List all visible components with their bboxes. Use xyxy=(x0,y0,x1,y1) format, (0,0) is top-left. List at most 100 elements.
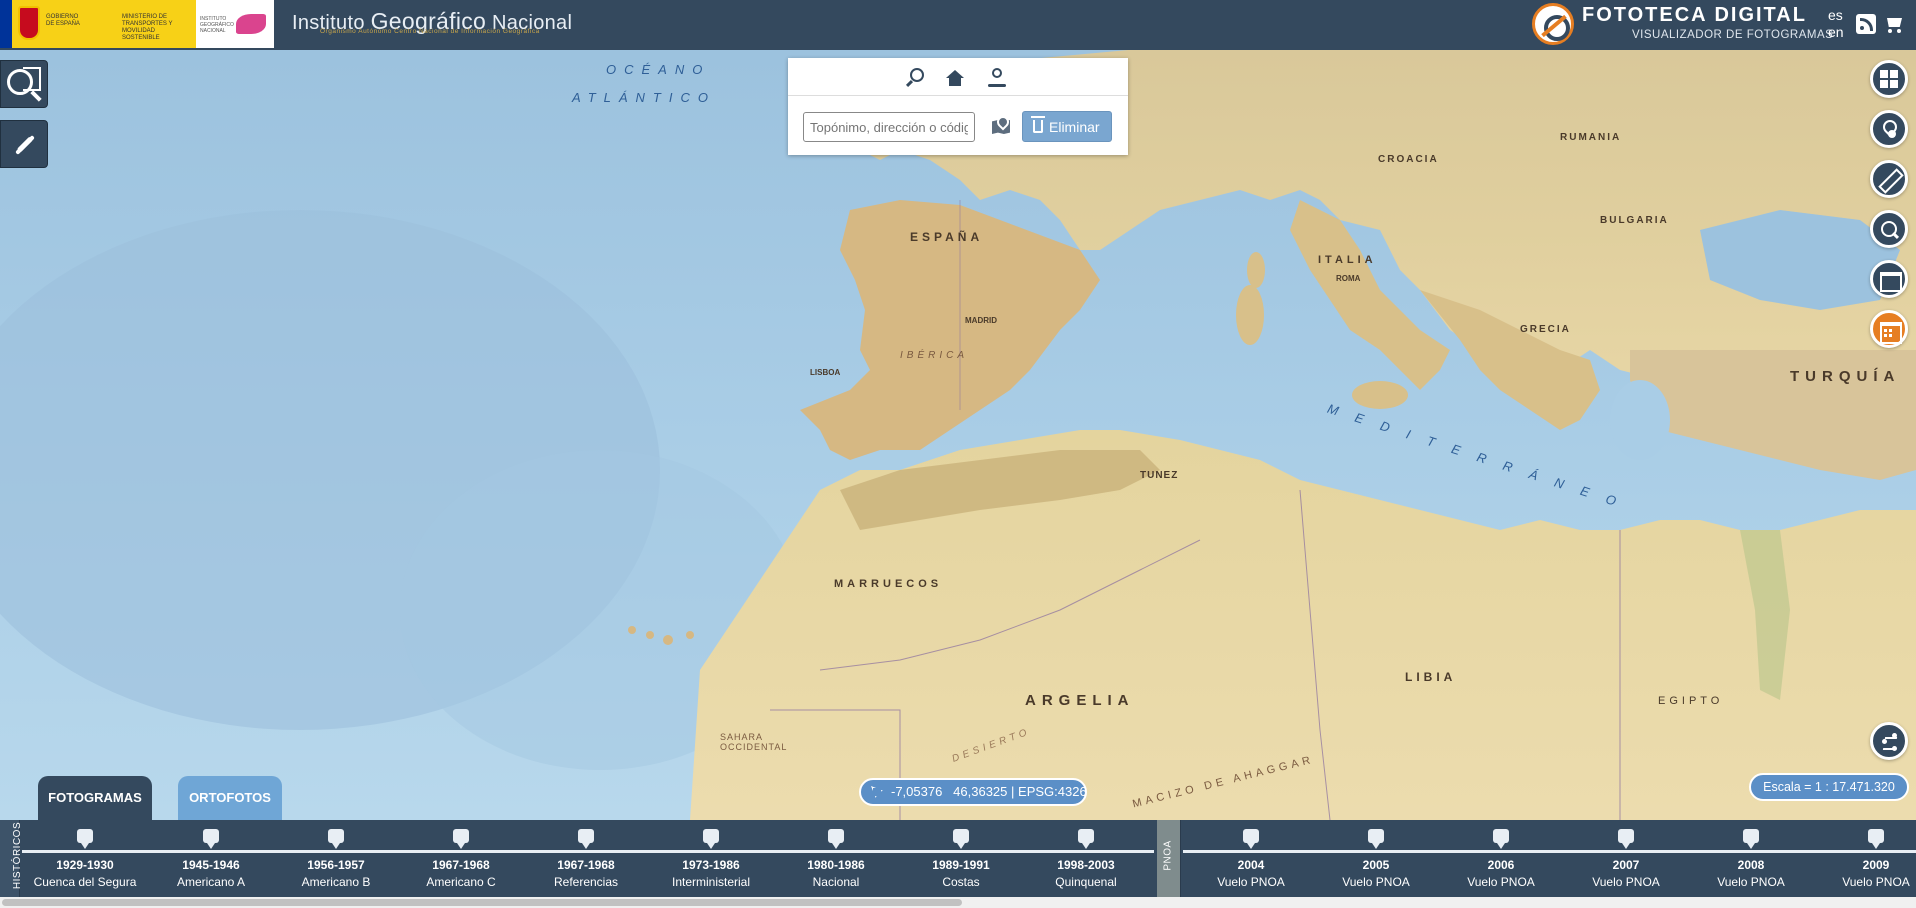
layers-grid-button[interactable] xyxy=(1870,60,1908,98)
search-panel: Eliminar xyxy=(788,58,1128,155)
map-label-lisboa: LISBOA xyxy=(810,368,841,377)
timeline-name: Vuelo PNOA xyxy=(1717,875,1785,889)
timeline-handle[interactable] xyxy=(453,829,469,849)
timeline-handle[interactable] xyxy=(1493,829,1509,849)
timeline-name: Cuenca del Segura xyxy=(33,875,137,889)
home-search-icon xyxy=(946,70,964,86)
pnoa-label-text: PNOA xyxy=(1162,840,1174,871)
trash-icon xyxy=(1031,116,1045,133)
window-button[interactable] xyxy=(1870,260,1908,298)
timeline-handle[interactable] xyxy=(1368,829,1384,849)
coordinates-pin-icon xyxy=(988,68,1006,87)
timeline-year: 2008 xyxy=(1737,858,1765,872)
lang-en-link[interactable]: en xyxy=(1828,24,1844,40)
share-button[interactable] xyxy=(1870,722,1908,760)
timeline-handle[interactable] xyxy=(1618,829,1634,849)
location-icon xyxy=(1880,120,1898,138)
tab-search-coordinates[interactable] xyxy=(986,66,1010,88)
timeline-name: Vuelo PNOA xyxy=(1592,875,1660,889)
scrollbar-thumb[interactable] xyxy=(2,899,962,906)
gobierno-logo[interactable]: GOBIERNO DE ESPAÑA MINISTERIO DE TRANSPO… xyxy=(0,0,274,48)
timeline-handle[interactable] xyxy=(828,829,844,849)
timeline-year: 2004 xyxy=(1237,858,1265,872)
timeline-handle[interactable] xyxy=(1743,829,1759,849)
ign-logo-icon xyxy=(236,14,266,34)
tab-search-place[interactable] xyxy=(906,66,930,88)
fototeca-logo-icon xyxy=(1532,3,1574,45)
lang-es-link[interactable]: es xyxy=(1828,7,1843,23)
cart-icon[interactable] xyxy=(1884,15,1904,35)
calendar-icon xyxy=(1880,320,1902,344)
timeline-handle[interactable] xyxy=(1243,829,1259,849)
search-input[interactable] xyxy=(803,112,975,142)
map-label-iberica: IBÉRICA xyxy=(900,350,969,361)
timeline: HISTÓRICOS PNOA 1929-1930 Cuenca del Segu… xyxy=(0,820,1916,897)
magnifier-icon xyxy=(7,69,33,95)
timeline-year: 1929-1930 xyxy=(56,858,114,872)
share-icon xyxy=(1880,732,1898,750)
map-viewport[interactable]: OCÉANO ATLÁNTICO ESPAÑA MADRID LISBOA IB… xyxy=(0,50,1916,820)
search-tool-button[interactable] xyxy=(0,60,48,108)
measure-button[interactable] xyxy=(1870,160,1908,198)
map-label-argelia: ARGELIA xyxy=(1025,692,1135,709)
timeline-year: 1956-1957 xyxy=(307,858,365,872)
eu-flag-icon xyxy=(0,0,12,48)
coat-of-arms-icon xyxy=(18,6,40,40)
timeline-name: Vuelo PNOA xyxy=(1842,875,1910,889)
delete-button-label: Eliminar xyxy=(1049,118,1100,135)
timeline-year: 2007 xyxy=(1612,858,1640,872)
location-button[interactable] xyxy=(1870,110,1908,148)
timeline-name: Americano B xyxy=(301,875,371,889)
map-label-grecia: GRECIA xyxy=(1520,324,1571,335)
timeline-year: 1980-1986 xyxy=(807,858,865,872)
timeline-handle[interactable] xyxy=(203,829,219,849)
delete-button[interactable]: Eliminar xyxy=(1022,111,1112,142)
tab-ortofotos[interactable]: ORTOFOTOS xyxy=(178,776,282,820)
timeline-handle[interactable] xyxy=(703,829,719,849)
map-label-espana: ESPAÑA xyxy=(910,230,984,244)
timeline-handle[interactable] xyxy=(1868,829,1884,849)
timeline-name: Americano A xyxy=(176,875,246,889)
search-tabs xyxy=(788,58,1128,96)
timeline-year: 2009 xyxy=(1862,858,1890,872)
tab-search-address[interactable] xyxy=(944,66,968,88)
calendar-button[interactable] xyxy=(1870,310,1908,348)
map-label-egipto: EGIPTO xyxy=(1658,695,1724,707)
window-icon xyxy=(1880,270,1902,292)
map-marker-icon[interactable] xyxy=(990,114,1014,140)
timeline-name: Quinquenal xyxy=(1055,875,1117,889)
timeline-handle[interactable] xyxy=(328,829,344,849)
historicos-label: HISTÓRICOS xyxy=(0,820,23,897)
pnoa-label: PNOA xyxy=(1157,820,1181,897)
cursor-icon xyxy=(871,786,883,798)
map-label-oceano: OCÉANO xyxy=(606,62,711,77)
timeline-handle[interactable] xyxy=(953,829,969,849)
coordinates-readout: -7,05376 46,36325 | EPSG:4326 xyxy=(859,778,1087,806)
flights-tool-button[interactable] xyxy=(0,120,48,168)
gov-logo-block: GOBIERNO DE ESPAÑA MINISTERIO DE TRANSPO… xyxy=(12,0,196,48)
map-label-bulgaria: BULGARIA xyxy=(1600,215,1669,226)
map-label-italia: ITALIA xyxy=(1318,254,1377,266)
timeline-year: 2006 xyxy=(1487,858,1515,872)
timeline-track-historicos xyxy=(22,850,1154,853)
timeline-handle[interactable] xyxy=(1078,829,1094,849)
zoom-button[interactable] xyxy=(1870,210,1908,248)
map-label-croacia: CROACIA xyxy=(1378,154,1439,165)
timeline-name: Referencias xyxy=(553,875,619,889)
timeline-year: 1945-1946 xyxy=(182,858,240,872)
timeline-year: 1998-2003 xyxy=(1057,858,1115,872)
timeline-name: Costas xyxy=(942,875,980,889)
map-label-turquia: TURQUÍA xyxy=(1790,368,1901,385)
horizontal-scrollbar[interactable] xyxy=(0,897,1916,908)
timeline-year: 1967-1968 xyxy=(432,858,490,872)
timeline-handle[interactable] xyxy=(77,829,93,849)
coord-lon: -7,05376 xyxy=(891,784,943,799)
gov-line2: MINISTERIO DE TRANSPORTES Y MOVILIDAD SO… xyxy=(122,14,173,41)
rss-icon[interactable] xyxy=(1856,14,1876,34)
tab-fotogramas[interactable]: FOTOGRAMAS xyxy=(38,776,152,820)
map-label-tunez: TUNEZ xyxy=(1140,470,1179,481)
zoom-icon xyxy=(1880,220,1898,238)
timeline-handle[interactable] xyxy=(578,829,594,849)
timeline-year: 1967-1968 xyxy=(557,858,615,872)
ign-subtitle: Organismo Autónomo Centro Nacional de In… xyxy=(320,28,540,35)
